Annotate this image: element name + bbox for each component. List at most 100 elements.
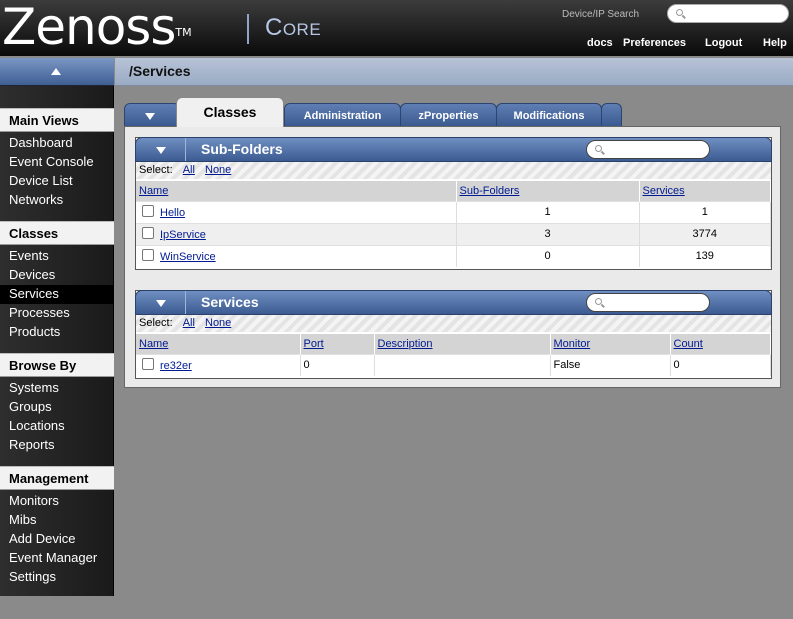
sort-subfolders-link[interactable]: Sub-Folders [460, 185, 520, 197]
select-none-link[interactable]: None [205, 164, 231, 176]
sort-count-link[interactable]: Count [674, 338, 703, 350]
search-icon [595, 298, 602, 305]
top-header: ZenossTM Core Device/IP Search docs Pref… [0, 0, 793, 56]
subfolders-menu-button[interactable] [136, 138, 186, 161]
services-filter-input[interactable] [586, 293, 710, 312]
help-link[interactable]: Help [763, 37, 787, 49]
sidebar-item-device-list[interactable]: Device List [0, 172, 114, 191]
services-menu-button[interactable] [136, 291, 186, 314]
sort-description-link[interactable]: Description [378, 338, 433, 350]
chevron-down-icon [145, 113, 155, 120]
sidebar-item-reports[interactable]: Reports [0, 436, 114, 455]
row-checkbox[interactable] [142, 249, 154, 262]
chevron-down-icon [156, 300, 166, 307]
sidebar-item-monitors[interactable]: Monitors [0, 492, 114, 511]
sidebar-item-products[interactable]: Products [0, 323, 114, 342]
port-cell: 0 [300, 353, 375, 376]
sidebar-item-groups[interactable]: Groups [0, 398, 114, 417]
tab-administration[interactable]: Administration [284, 103, 401, 127]
sort-monitor-link[interactable]: Monitor [554, 338, 591, 350]
sort-services-link[interactable]: Services [643, 185, 685, 197]
name-cell: IpService [136, 222, 457, 245]
subfolders-table: Name Sub-Folders Services Hello 1 1 IpSe… [136, 181, 771, 267]
subfolders-filter-input[interactable] [586, 140, 710, 159]
sidebar-item-locations[interactable]: Locations [0, 417, 114, 436]
sidebar-item-event-console[interactable]: Event Console [0, 153, 114, 172]
tab-menu-button[interactable] [124, 103, 180, 127]
sidebar-item-events[interactable]: Events [0, 247, 114, 266]
services-title: Services [201, 294, 259, 310]
chevron-down-icon [156, 147, 166, 154]
logo-trademark: TM [175, 26, 192, 39]
select-none-link[interactable]: None [205, 317, 231, 329]
docs-link[interactable]: docs [587, 37, 613, 49]
name-cell: re32er [136, 353, 301, 376]
folder-link[interactable]: WinService [160, 251, 216, 263]
table-row: IpService 3 3774 [136, 222, 771, 245]
column-header-services[interactable]: Services [639, 181, 771, 201]
subfolders-count-cell: 0 [456, 244, 640, 267]
sidebar-item-mibs[interactable]: Mibs [0, 511, 114, 530]
folder-link[interactable]: IpService [160, 229, 206, 241]
search-icon [676, 9, 683, 16]
subfolders-select-row: Select: All None [136, 162, 771, 179]
edition-label: Core [265, 14, 322, 41]
row-checkbox[interactable] [142, 227, 154, 239]
subfolders-title: Sub-Folders [201, 141, 283, 157]
subfolders-panel-header: Sub-Folders [135, 137, 772, 162]
sidebar-heading-browse-by: Browse By [0, 353, 114, 377]
tab-classes[interactable]: Classes [176, 97, 284, 127]
logo-text: Zenoss [2, 0, 176, 56]
sidebar-item-networks[interactable]: Networks [0, 191, 114, 210]
logout-link[interactable]: Logout [705, 37, 742, 49]
column-header-port[interactable]: Port [300, 334, 375, 354]
sidebar-item-settings[interactable]: Settings [0, 568, 114, 587]
name-cell: Hello [136, 200, 457, 223]
tab-modifications[interactable]: Modifications [496, 103, 602, 127]
sidebar-heading-classes: Classes [0, 221, 114, 245]
column-header-name[interactable]: Name [136, 334, 301, 354]
description-cell [374, 353, 551, 376]
count-cell: 0 [670, 353, 771, 376]
search-icon [595, 145, 602, 152]
column-header-monitor[interactable]: Monitor [550, 334, 671, 354]
subfolders-panel: Sub-Folders Select: All None Name Sub-Fo… [135, 137, 772, 270]
logo-divider [247, 14, 249, 44]
select-all-link[interactable]: All [183, 317, 195, 329]
content-area: Sub-Folders Select: All None Name Sub-Fo… [124, 126, 781, 388]
sidebar-item-services[interactable]: Services [0, 285, 114, 304]
sidebar-item-processes[interactable]: Processes [0, 304, 114, 323]
row-checkbox[interactable] [142, 205, 154, 217]
row-checkbox[interactable] [142, 358, 154, 371]
services-panel-header: Services [135, 290, 772, 315]
sidebar-item-devices[interactable]: Devices [0, 266, 114, 285]
column-header-subfolders[interactable]: Sub-Folders [456, 181, 640, 201]
preferences-link[interactable]: Preferences [623, 37, 686, 49]
subfolders-count-cell: 3 [456, 222, 640, 245]
table-header-row: Name Sub-Folders Services [136, 181, 771, 201]
sidebar-item-dashboard[interactable]: Dashboard [0, 134, 114, 153]
table-row: WinService 0 139 [136, 244, 771, 267]
sort-port-link[interactable]: Port [304, 338, 324, 350]
sort-name-link[interactable]: Name [139, 185, 168, 197]
device-search-input[interactable] [667, 4, 789, 23]
select-label: Select: [139, 164, 173, 176]
chevron-up-icon [51, 68, 61, 75]
column-header-count[interactable]: Count [670, 334, 771, 354]
sidebar-item-systems[interactable]: Systems [0, 379, 114, 398]
column-header-name[interactable]: Name [136, 181, 457, 201]
services-count-cell: 3774 [639, 222, 771, 245]
sort-name-link[interactable]: Name [139, 338, 168, 350]
service-link[interactable]: re32er [160, 360, 192, 372]
zenoss-logo: ZenossTM [2, 2, 192, 52]
sidebar-item-add-device[interactable]: Add Device [0, 530, 114, 549]
sidebar-item-event-manager[interactable]: Event Manager [0, 549, 114, 568]
select-all-link[interactable]: All [183, 164, 195, 176]
column-header-description[interactable]: Description [374, 334, 551, 354]
sidebar-heading-management: Management [0, 466, 114, 490]
tab-zproperties[interactable]: zProperties [400, 103, 497, 127]
subfolders-count-cell: 1 [456, 200, 640, 223]
sidebar-collapse-button[interactable] [0, 58, 114, 86]
folder-link[interactable]: Hello [160, 207, 185, 219]
device-search-label: Device/IP Search [562, 9, 640, 20]
